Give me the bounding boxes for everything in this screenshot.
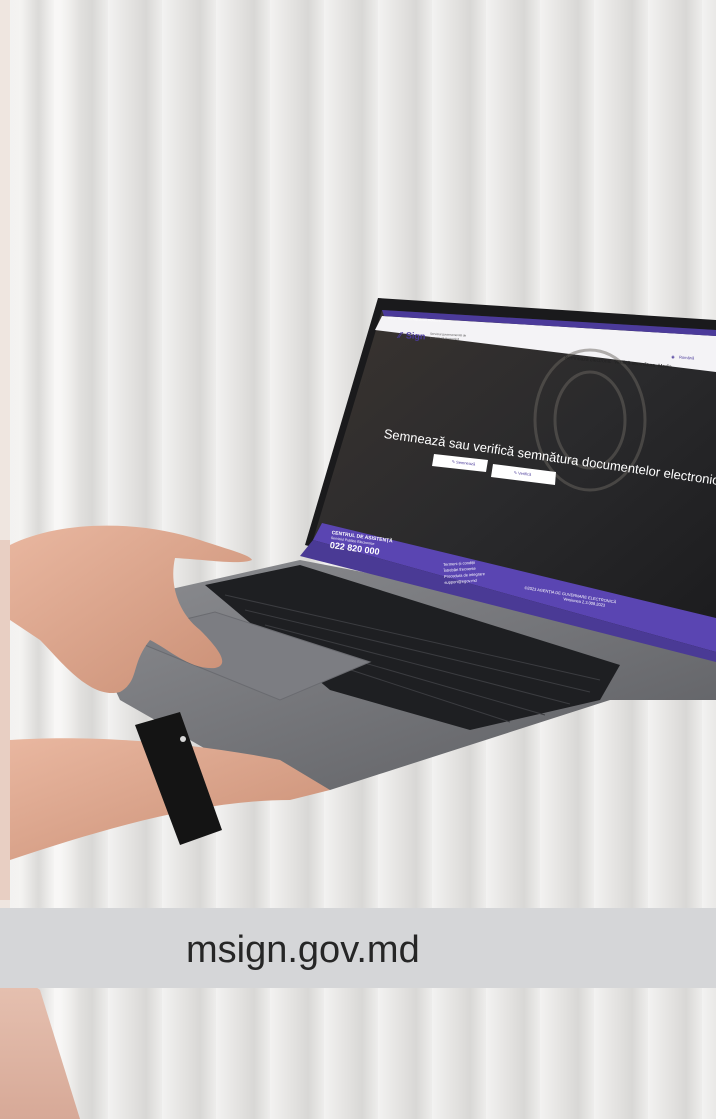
caption-url[interactable]: msign.gov.md [186,929,420,972]
logo-icon[interactable]: ∕∕ [398,330,402,340]
logo-tagline: Serviciul guvernamental de semnătură ele… [429,331,467,341]
left-strip [0,540,10,900]
logo-word[interactable]: Sign [406,330,426,341]
watch-stud [180,736,186,742]
language-select[interactable]: Română [679,355,694,361]
nav-media[interactable]: Media [658,363,672,370]
globe-icon[interactable]: ◉ [671,354,675,359]
photo-scene: MSign Guvernul Republicii Moldova ∕∕ Sig… [0,0,716,1119]
